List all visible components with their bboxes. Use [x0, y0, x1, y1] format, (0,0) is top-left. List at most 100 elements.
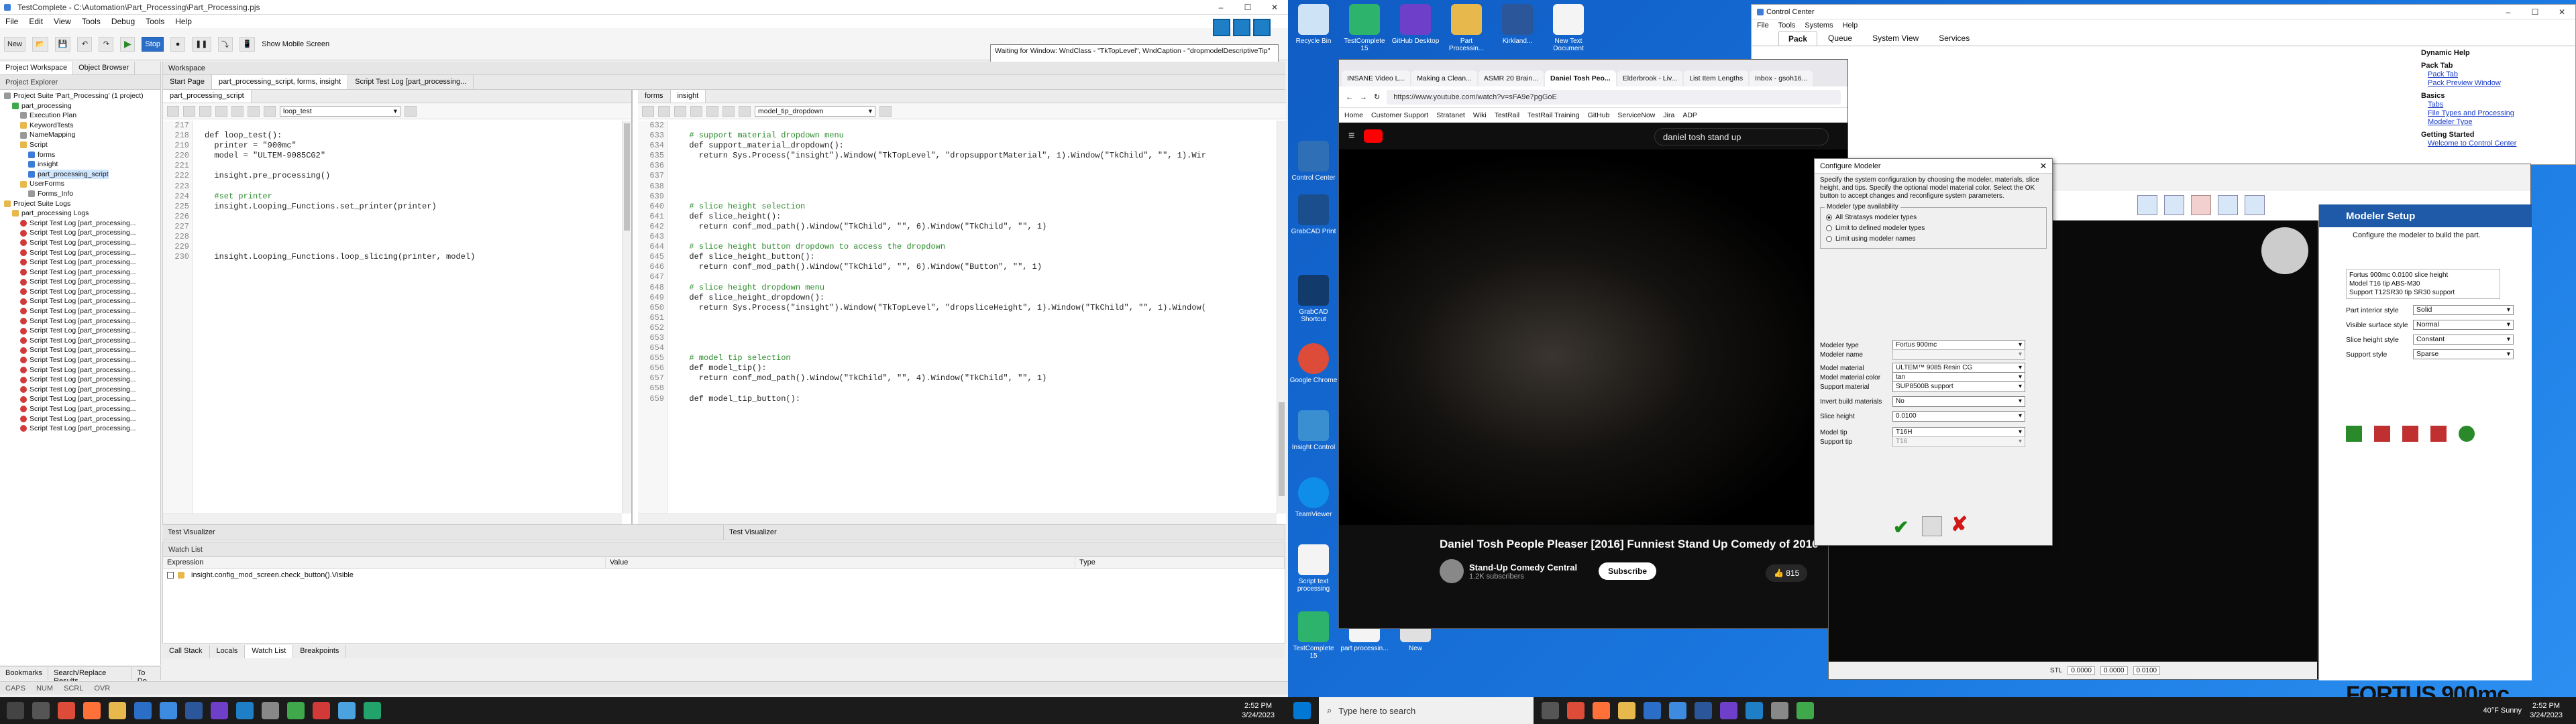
new-button[interactable]: New: [4, 36, 26, 52]
code-line[interactable]: # support material dropdown menu: [680, 131, 1277, 141]
left-code-text[interactable]: def loop_test(): printer = "900mc" model…: [205, 121, 622, 262]
tree-item[interactable]: Script Test Log [part_processing...: [1, 404, 160, 414]
code-line[interactable]: insight.pre_processing(): [205, 171, 622, 181]
teamviewer-icon[interactable]: [236, 702, 254, 719]
show-mobile-screen-button[interactable]: Show Mobile Screen: [262, 40, 329, 48]
desktop-icon-recycle-bin[interactable]: Recycle Bin: [1289, 4, 1338, 45]
uncomment-icon[interactable]: [215, 105, 227, 117]
help-link-pack-preview[interactable]: Pack Preview Window: [2421, 79, 2575, 88]
outdent-icon[interactable]: [183, 105, 195, 117]
test-visualizer-right[interactable]: Test Visualizer: [724, 525, 1285, 540]
menu-help[interactable]: Help: [1843, 21, 1858, 29]
tree-item[interactable]: part_processing_script: [1, 169, 160, 180]
right-code-text[interactable]: # support material dropdown menu def sup…: [680, 121, 1277, 404]
maximize-icon[interactable]: ☐: [1234, 0, 1261, 15]
radio-limit-defined-types[interactable]: Limit to defined modeler types: [1826, 223, 2041, 233]
code-line[interactable]: insight.Looping_Functions.set_printer(pr…: [205, 202, 622, 212]
word-icon[interactable]: [1695, 702, 1712, 719]
tree-item[interactable]: Script Test Log [part_processing...: [1, 287, 160, 297]
browser-tab[interactable]: List Item Lengths: [1684, 70, 1749, 86]
code-line[interactable]: #set printer: [205, 192, 622, 202]
tree-item[interactable]: Script Test Log [part_processing...: [1, 336, 160, 346]
code-line[interactable]: return Sys.Process("insight").Window("Tk…: [680, 151, 1277, 161]
tree-item[interactable]: UserForms: [1, 179, 160, 189]
pause-state-icon[interactable]: [1233, 19, 1250, 36]
test-visualizer-left[interactable]: Test Visualizer: [162, 525, 724, 540]
tree-item[interactable]: Script Test Log [part_processing...: [1, 424, 160, 434]
record-state-icon[interactable]: [1213, 19, 1230, 36]
code-line[interactable]: def loop_test():: [205, 131, 622, 141]
save-icon[interactable]: 💾: [54, 36, 71, 52]
bookmark[interactable]: ServiceNow: [1617, 111, 1655, 119]
desktop-icon-part-processing[interactable]: Part Processin...: [1442, 4, 1491, 52]
minimize-icon[interactable]: –: [1208, 0, 1234, 15]
youtube-search-input[interactable]: daniel tosh stand up: [1654, 128, 1829, 145]
word-icon[interactable]: [185, 702, 203, 719]
hamburger-menu-icon[interactable]: ≡: [1348, 130, 1354, 142]
back-icon[interactable]: [248, 105, 260, 117]
col-value[interactable]: Value: [606, 557, 1075, 568]
tab-queue[interactable]: Queue: [1819, 32, 1862, 46]
tab-system-view[interactable]: System View: [1863, 32, 1928, 46]
code-line[interactable]: [680, 323, 1277, 333]
tree-item[interactable]: Execution Plan: [1, 111, 160, 121]
help-button[interactable]: [1922, 516, 1942, 536]
tree-item[interactable]: Script Test Log [part_processing...: [1, 414, 160, 424]
cancel-button[interactable]: ✘: [1951, 513, 1968, 536]
zoom-fit-icon[interactable]: [2191, 195, 2211, 215]
undo-icon[interactable]: ↶: [77, 36, 93, 52]
tree-item[interactable]: Project Suite 'Part_Processing' (1 proje…: [1, 91, 160, 101]
menu-systems[interactable]: Systems: [1805, 21, 1833, 29]
bookmark[interactable]: Wiki: [1473, 111, 1487, 119]
tree-item[interactable]: Script Test Log [part_processing...: [1, 375, 160, 385]
right-vertical-scrollbar[interactable]: [1277, 121, 1286, 514]
desktop-icon-insight[interactable]: Insight Control: [1289, 410, 1338, 451]
field-select[interactable]: SUP8500B support ▾: [1892, 381, 2025, 392]
tab-bookmarks[interactable]: Bookmarks: [0, 667, 49, 680]
browser-tab[interactable]: Elderbrook - Liv...: [1617, 70, 1683, 86]
github-desktop-icon[interactable]: [1720, 702, 1737, 719]
code-line[interactable]: [205, 121, 622, 131]
left-code[interactable]: 217 218 219 220 221 222 223 224 225 226 227 228 229 2…: [163, 121, 622, 514]
tab-forms[interactable]: forms: [638, 90, 671, 103]
menu-debug[interactable]: Debug: [111, 17, 135, 26]
start-icon[interactable]: [1293, 702, 1311, 719]
flag-icon[interactable]: [2346, 426, 2362, 442]
tab-search-replace-results[interactable]: Search/Replace Results: [48, 667, 132, 685]
tab-to-do[interactable]: To Do: [132, 667, 161, 685]
code-line[interactable]: [205, 232, 622, 242]
desktop-icon-grabcad-print[interactable]: GrabCAD Print: [1289, 194, 1338, 235]
browser-tab[interactable]: INSANE Video L...: [1342, 70, 1411, 86]
code-line[interactable]: return Sys.Process("insight").Window("Tk…: [680, 303, 1277, 313]
help-link-welcome[interactable]: Welcome to Control Center: [2421, 139, 2575, 148]
browser-tab[interactable]: Making a Clean...: [1411, 70, 1477, 86]
taskbar-search[interactable]: ⌕ Type here to search: [1319, 697, 1534, 724]
tree-item[interactable]: Script Test Log [part_processing...: [1, 277, 160, 287]
col-expression[interactable]: Expression: [163, 557, 606, 568]
task-view-icon[interactable]: [1542, 702, 1559, 719]
left-vertical-scrollbar[interactable]: [622, 121, 631, 514]
step-icon[interactable]: ⤵: [217, 36, 233, 52]
support-style-select[interactable]: Sparse ▾: [2413, 349, 2514, 359]
menu-tools-2[interactable]: Tools: [146, 17, 164, 26]
zoom-in-icon[interactable]: [2218, 195, 2238, 215]
code-line[interactable]: insight.Looping_Functions.loop_slicing(p…: [205, 252, 622, 262]
file-explorer-icon[interactable]: [109, 702, 126, 719]
code-line[interactable]: [205, 161, 622, 171]
code-line[interactable]: [680, 161, 1277, 171]
outlook-icon[interactable]: [134, 702, 152, 719]
code-line[interactable]: [680, 182, 1277, 192]
code-line[interactable]: # slice height dropdown menu: [680, 283, 1277, 293]
app-icon[interactable]: [1796, 702, 1814, 719]
comment-icon[interactable]: [199, 105, 211, 117]
clock-right[interactable]: 2:52 PM 3/24/2023: [2530, 701, 2563, 720]
menu-edit[interactable]: Edit: [29, 17, 43, 26]
bookmark[interactable]: ADP: [1682, 111, 1697, 119]
redo-icon[interactable]: ↷: [99, 36, 114, 52]
weather[interactable]: 40°F Sunny: [2483, 707, 2522, 715]
view-icon[interactable]: [2137, 195, 2157, 215]
slice-height-style-select[interactable]: Constant ▾: [2413, 335, 2514, 345]
vscode-icon[interactable]: [160, 702, 177, 719]
code-line[interactable]: [205, 212, 622, 222]
firefox-icon[interactable]: [1593, 702, 1610, 719]
